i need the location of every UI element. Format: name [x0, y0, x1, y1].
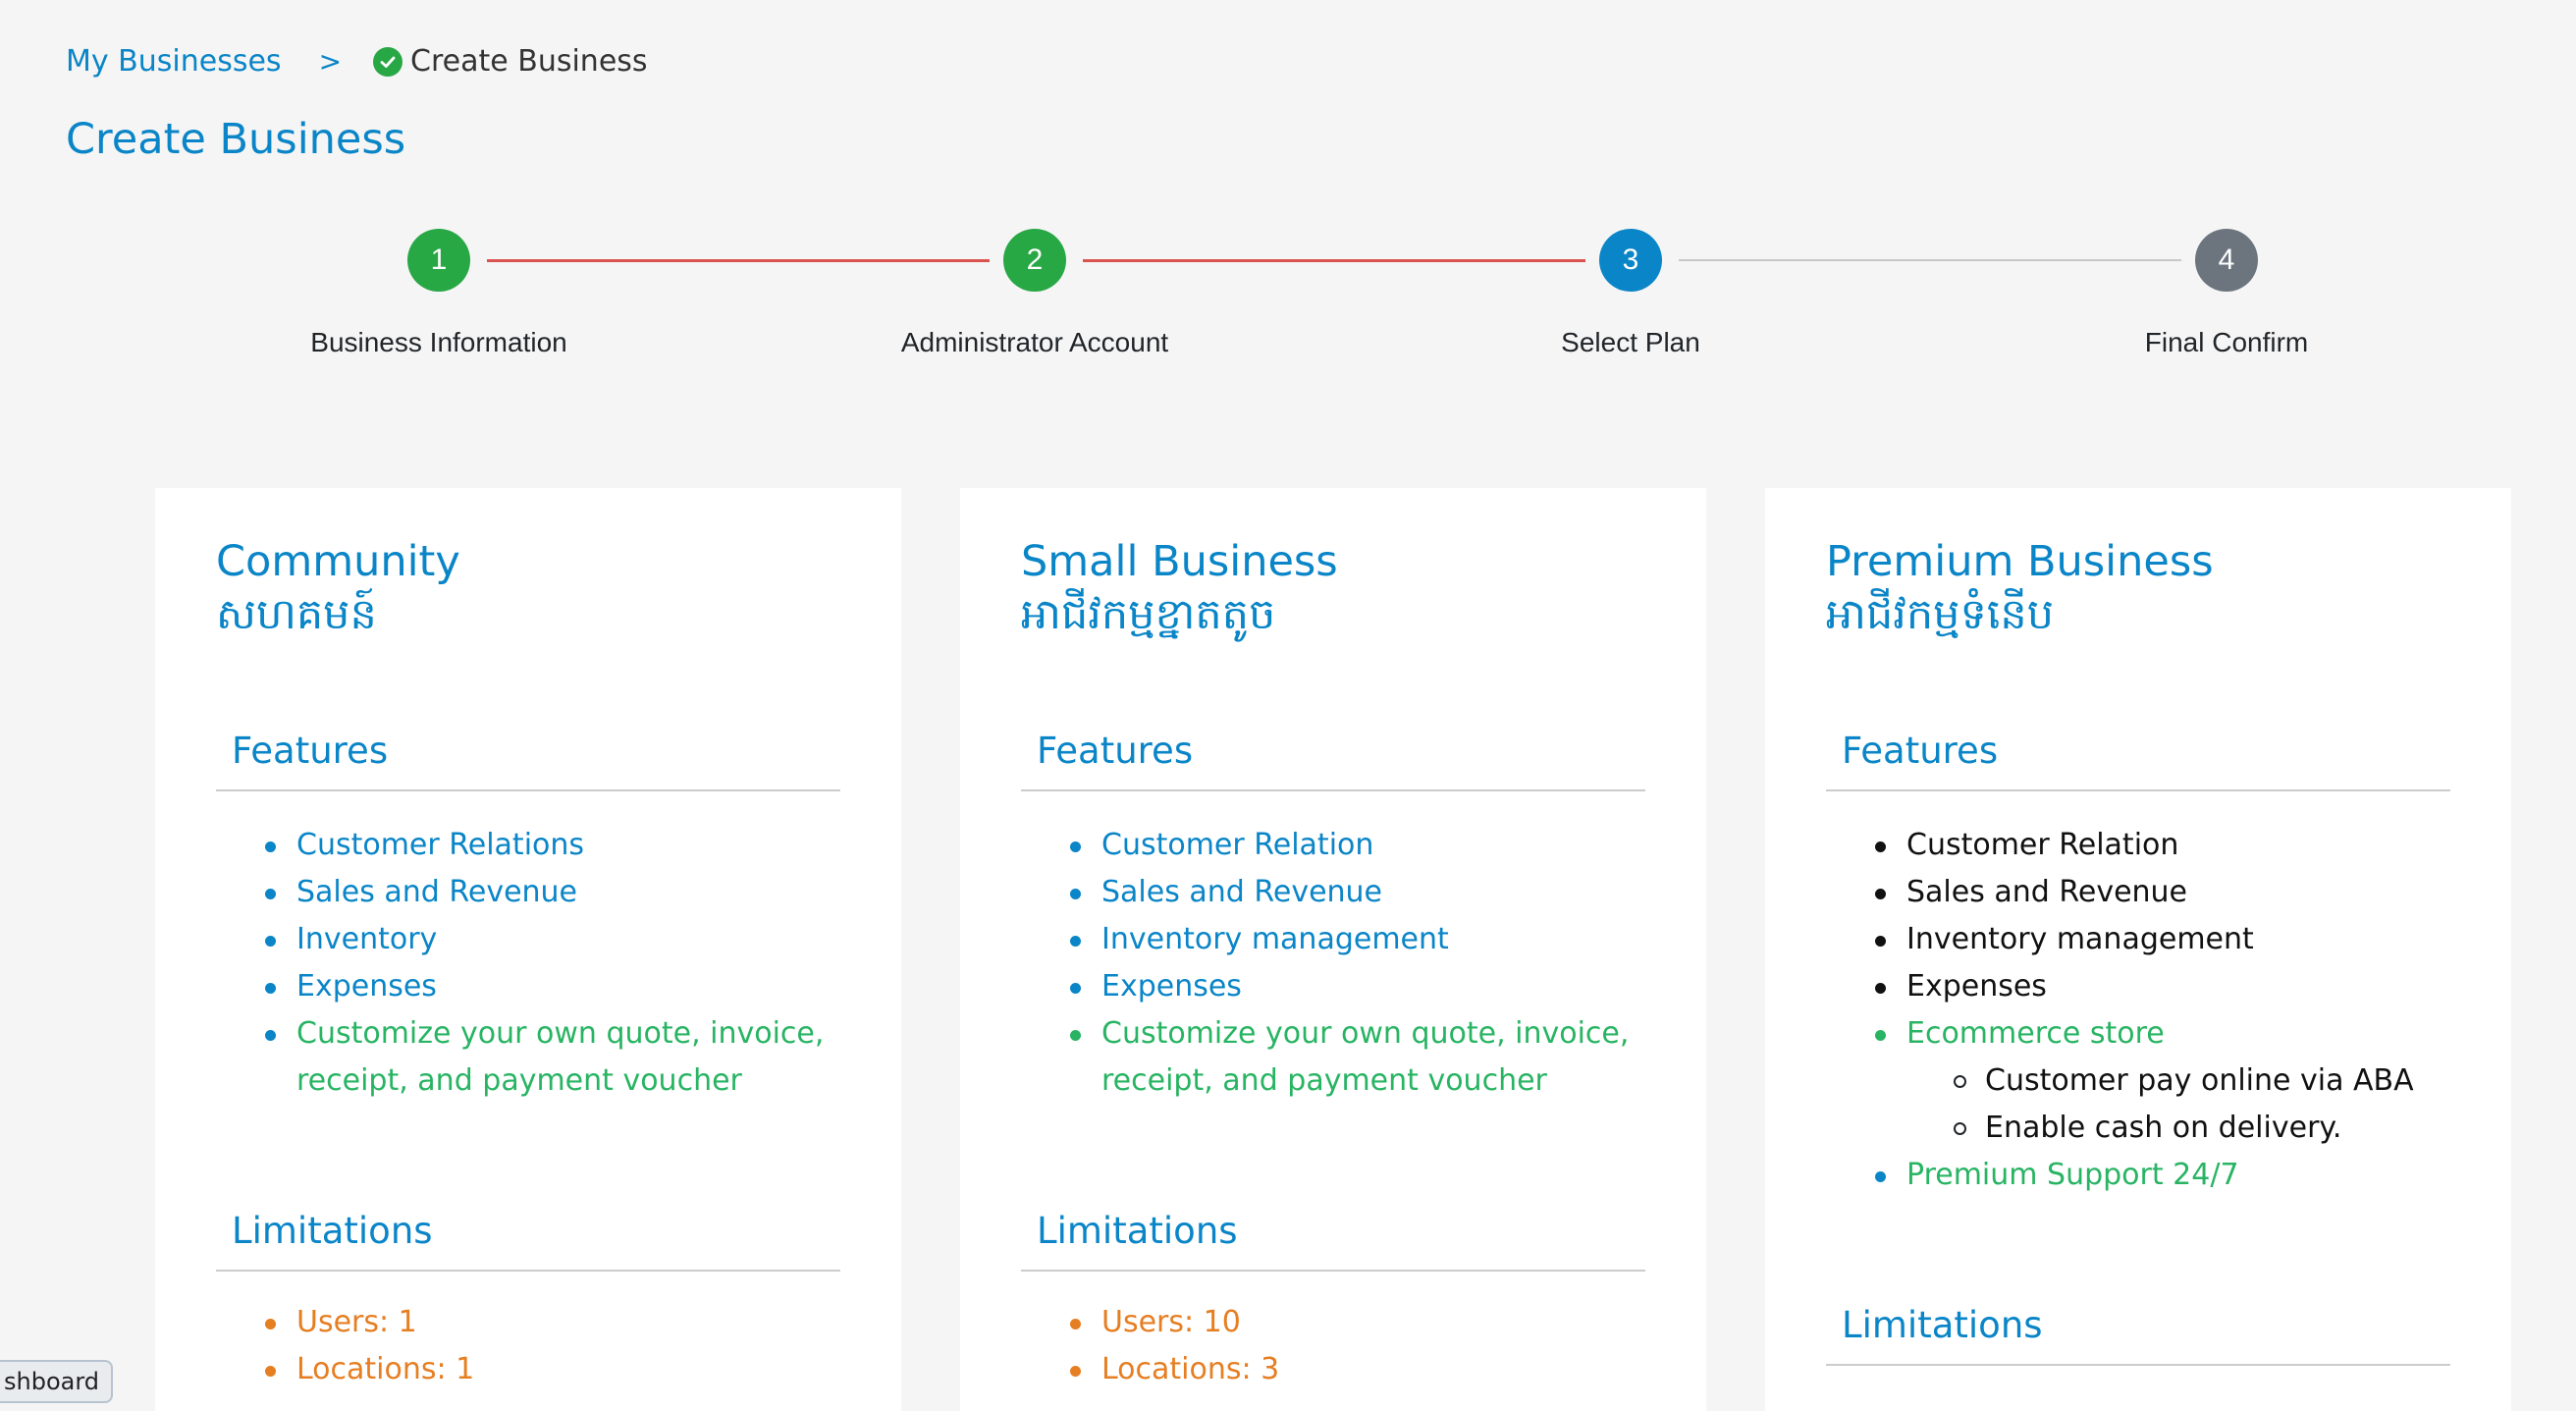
step-2-label: Administrator Account — [900, 327, 1169, 357]
plan-title: Small Business អាជីវកម្មខ្នាតតូច — [1021, 535, 1338, 641]
limitations-list: Users: 1 Locations: 1 — [265, 1299, 474, 1393]
feature-subitem: Customer pay online via ABA — [1875, 1058, 2414, 1105]
features-heading-text: Features — [1842, 730, 1999, 772]
feature-item-continued: receipt, and payment voucher — [265, 1058, 824, 1105]
features-list: Customer Relations Sales and Revenue Inv… — [265, 822, 824, 1105]
feature-item: Sales and Revenue — [265, 869, 824, 916]
plan-card-small-business[interactable]: Small Business អាជីវកម្មខ្នាតតូច Feature… — [960, 488, 1706, 1411]
features-list: Customer Relation Sales and Revenue Inve… — [1875, 822, 2414, 1199]
feature-item: Inventory management — [1875, 916, 2414, 963]
feature-subitem: Enable cash on delivery. — [1875, 1105, 2414, 1152]
feature-item: Sales and Revenue — [1070, 869, 1629, 916]
feature-item: Expenses — [265, 963, 824, 1010]
limitations-heading: Limitations — [1826, 1290, 2450, 1366]
features-heading-text: Features — [232, 730, 389, 772]
step-3-circle[interactable]: 3 — [1599, 229, 1662, 292]
limitation-item: Locations: 1 — [265, 1346, 474, 1393]
plan-title-en: Premium Business — [1826, 537, 2214, 586]
limitations-heading-text: Limitations — [1842, 1304, 2043, 1346]
step-1-circle[interactable]: 1 — [407, 229, 470, 292]
step-3-label: Select Plan — [1561, 327, 1700, 357]
step-connector-1-2 — [487, 259, 990, 262]
limitation-item: Locations: 3 — [1070, 1346, 1279, 1393]
feature-item: Customize your own quote, invoice, — [1070, 1010, 1629, 1058]
feature-item-continued: receipt, and payment voucher — [1070, 1058, 1629, 1105]
plan-title-km: អាជីវកម្មទំនើប — [1826, 590, 2055, 639]
features-heading: Features — [1826, 716, 2450, 791]
plan-title-en: Small Business — [1021, 537, 1338, 586]
limitation-item: Users: 10 — [1070, 1299, 1279, 1346]
feature-item: Customer Relation — [1875, 822, 2414, 869]
plan-title-en: Community — [216, 537, 460, 586]
limitations-heading-text: Limitations — [1037, 1210, 1238, 1252]
feature-item: Inventory — [265, 916, 824, 963]
step-1-label: Business Information — [310, 327, 567, 357]
plan-title: Community សហគមន៍ — [216, 535, 460, 641]
plan-title: Premium Business អាជីវកម្មទំនើប — [1826, 535, 2214, 641]
feature-item: Ecommerce store — [1875, 1010, 2414, 1058]
features-heading-text: Features — [1037, 730, 1194, 772]
step-connector-2-3 — [1083, 259, 1585, 262]
features-list: Customer Relation Sales and Revenue Inve… — [1070, 822, 1629, 1105]
feature-item: Expenses — [1070, 963, 1629, 1010]
plan-card-premium-business[interactable]: Premium Business អាជីវកម្មទំនើប Features… — [1765, 488, 2511, 1411]
features-heading: Features — [216, 716, 840, 791]
plan-title-km: អាជីវកម្មខ្នាតតូច — [1021, 590, 1276, 639]
limitation-item: Users: 1 — [265, 1299, 474, 1346]
plan-title-km: សហគមន៍ — [216, 590, 377, 639]
step-4-circle[interactable]: 4 — [2195, 229, 2258, 292]
feature-item: Expenses — [1875, 963, 2414, 1010]
features-heading: Features — [1021, 716, 1645, 791]
stepper: 1 2 3 4 Business Information Administrat… — [0, 0, 2576, 393]
limitations-list: Users: 10 Locations: 3 — [1070, 1299, 1279, 1393]
feature-item-text: Ecommerce store — [1906, 1016, 2165, 1051]
step-4-label: Final Confirm — [2144, 327, 2309, 357]
feature-item: Customer Relation — [1070, 822, 1629, 869]
limitations-heading-text: Limitations — [232, 1210, 433, 1252]
feature-item: Customer Relations — [265, 822, 824, 869]
limitations-heading: Limitations — [216, 1196, 840, 1272]
feature-item: Inventory management — [1070, 916, 1629, 963]
feature-item-continued-text: receipt, and payment voucher — [1101, 1063, 1547, 1098]
plan-card-community[interactable]: Community សហគមន៍ Features Customer Relat… — [155, 488, 901, 1411]
step-connector-3-4 — [1679, 259, 2181, 261]
limitations-heading: Limitations — [1021, 1196, 1645, 1272]
feature-item: Customize your own quote, invoice, — [265, 1010, 824, 1058]
feature-item-continued-text: receipt, and payment voucher — [296, 1063, 742, 1098]
dashboard-tab[interactable]: shboard — [0, 1360, 114, 1403]
feature-item: Premium Support 24/7 — [1875, 1152, 2414, 1199]
feature-item: Sales and Revenue — [1875, 869, 2414, 916]
step-2-circle[interactable]: 2 — [1003, 229, 1066, 292]
